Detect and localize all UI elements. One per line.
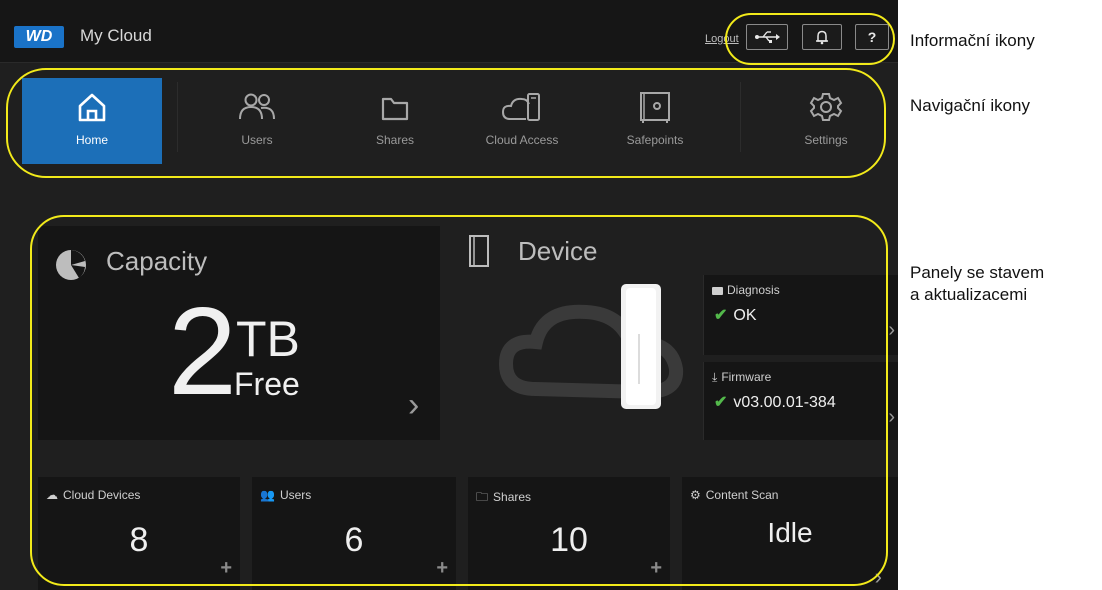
status-panels-highlight xyxy=(30,215,888,586)
annotation-panels-line1: Panely se stavem xyxy=(910,263,1045,282)
wd-logo: WD xyxy=(14,26,64,48)
annotation-panels-line2: a aktualizacemi xyxy=(910,285,1028,304)
annotation-nav-icons: Navigační ikony xyxy=(910,96,1031,115)
diagnosis-chevron-icon[interactable]: › xyxy=(888,319,895,342)
firmware-chevron-icon[interactable]: › xyxy=(888,406,895,429)
annotation-info-icons: Informační ikony xyxy=(910,31,1035,50)
app-title: My Cloud xyxy=(80,26,152,45)
info-icons-highlight xyxy=(725,13,895,65)
nav-icons-highlight xyxy=(6,68,886,178)
